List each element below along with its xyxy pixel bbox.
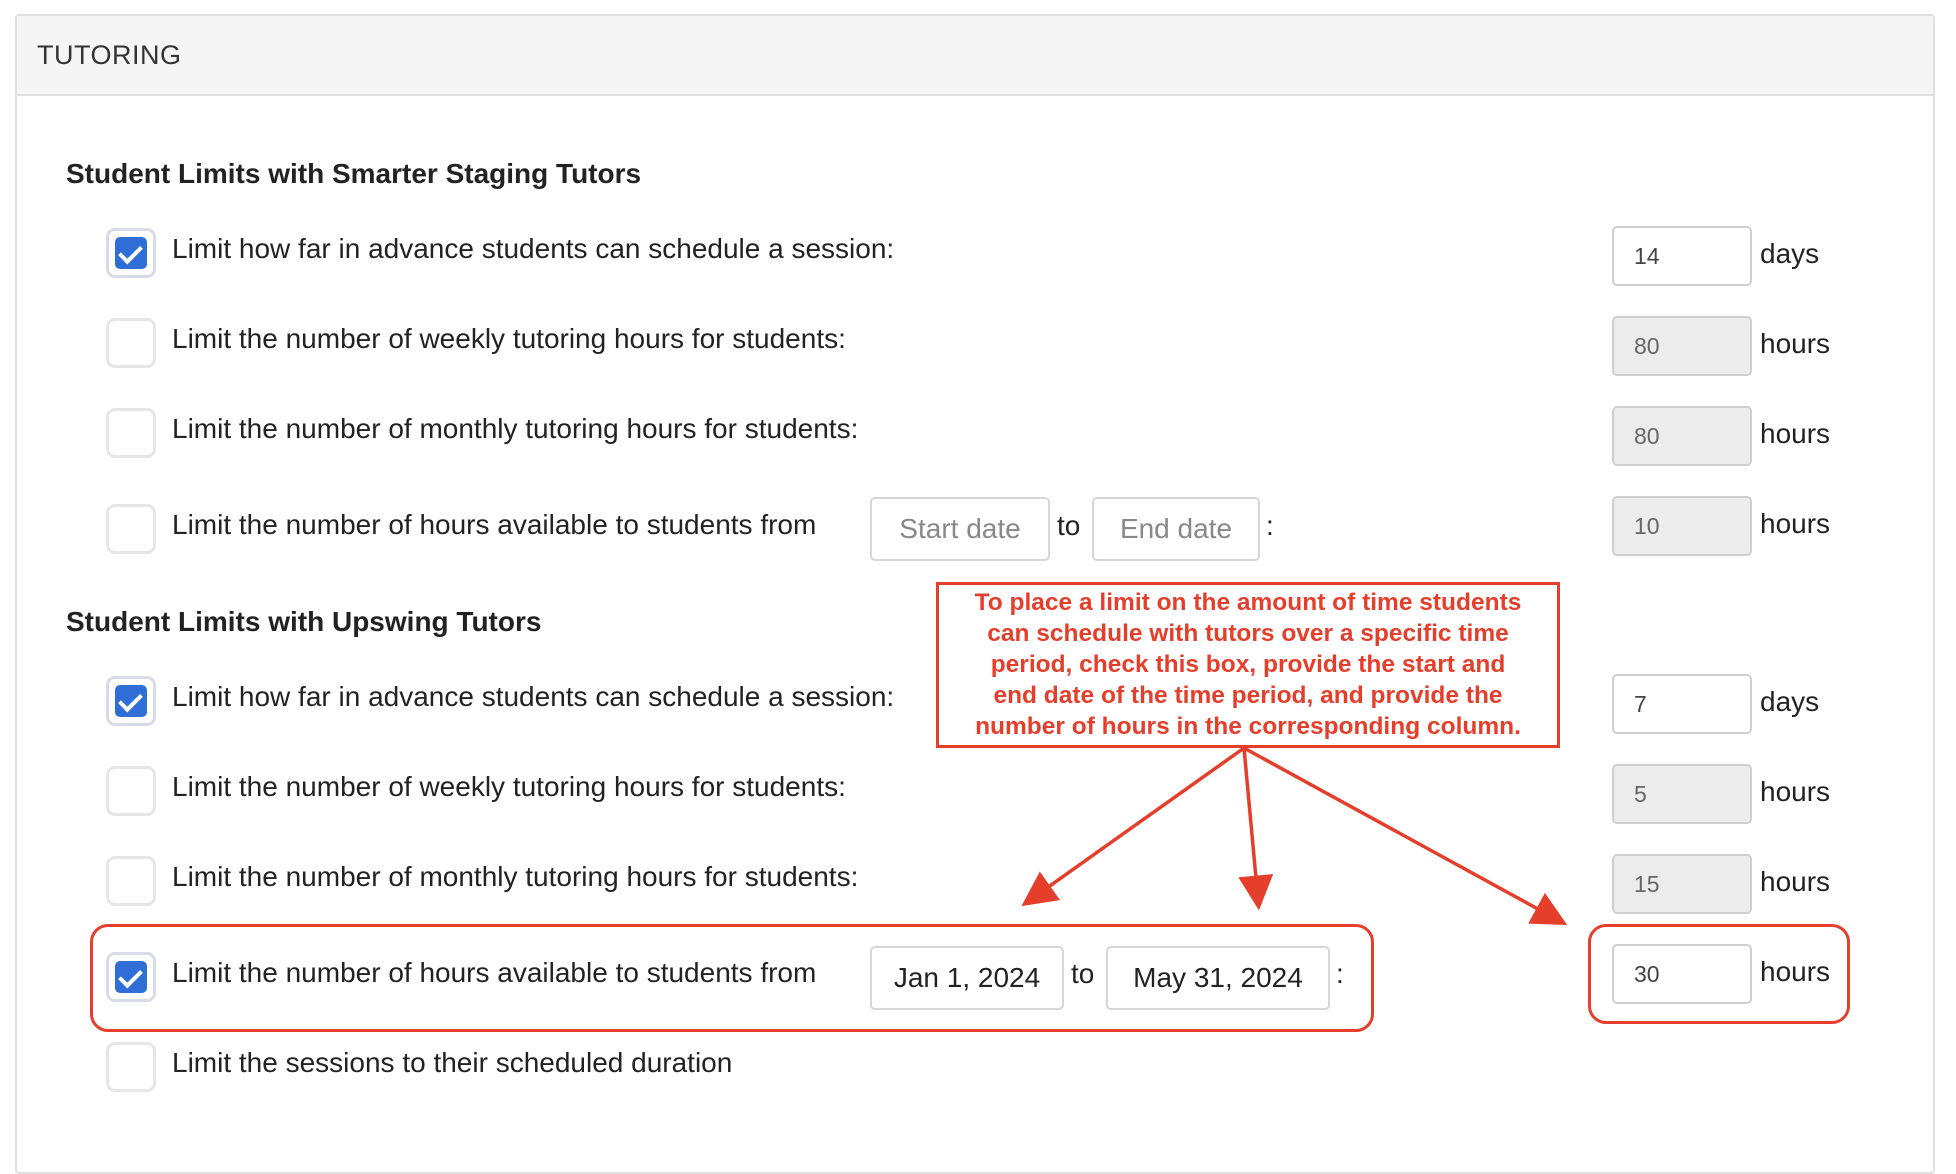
period-hours-input[interactable]: 10 (1612, 496, 1752, 556)
weekly-hours-input[interactable]: 80 (1612, 316, 1752, 376)
unit-label: hours (1760, 328, 1831, 359)
end-date-input[interactable]: End date (1092, 497, 1260, 561)
unit-label: days (1760, 238, 1820, 269)
weekly-hours-label: Limit the number of weekly tutoring hour… (172, 323, 846, 354)
advance-limit-label: Limit how far in advance students can sc… (172, 233, 895, 264)
scheduled-duration-label: Limit the sessions to their scheduled du… (172, 1047, 733, 1078)
to-text: to (1057, 510, 1081, 541)
monthly-hours-checkbox[interactable] (106, 408, 156, 458)
annotation-line: number of hours in the corresponding col… (975, 713, 1521, 740)
period-hours-checkbox[interactable] (106, 504, 156, 554)
annotation-line: end date of the time period, and provide… (993, 682, 1503, 709)
panel-title: TUTORING (17, 16, 1933, 96)
unit-label: hours (1760, 508, 1831, 539)
advance-limit-days-input[interactable]: 7 (1612, 674, 1752, 734)
highlight-date-row (90, 924, 1374, 1032)
advance-limit-checkbox[interactable] (106, 228, 156, 278)
unit-label: hours (1760, 418, 1831, 449)
monthly-hours-checkbox[interactable] (106, 856, 156, 906)
monthly-hours-label: Limit the number of monthly tutoring hou… (172, 861, 859, 892)
advance-limit-days-input[interactable]: 14 (1612, 226, 1752, 286)
advance-limit-checkbox[interactable] (106, 676, 156, 726)
section-title-upswing: Student Limits with Upswing Tutors (66, 606, 542, 637)
annotation-callout: To place a limit on the amount of time s… (936, 582, 1560, 748)
monthly-hours-input[interactable]: 80 (1612, 406, 1752, 466)
scheduled-duration-checkbox[interactable] (106, 1042, 156, 1092)
annotation-line: To place a limit on the amount of time s… (974, 589, 1522, 616)
monthly-hours-input[interactable]: 15 (1612, 854, 1752, 914)
unit-label: hours (1760, 776, 1831, 807)
annotation-line: can schedule with tutors over a specific… (987, 620, 1509, 647)
unit-label: hours (1760, 866, 1831, 897)
weekly-hours-checkbox[interactable] (106, 766, 156, 816)
highlight-hours-input (1588, 924, 1850, 1024)
section-title-smarter-staging: Student Limits with Smarter Staging Tuto… (66, 158, 642, 189)
weekly-hours-label: Limit the number of weekly tutoring hour… (172, 771, 846, 802)
weekly-hours-input[interactable]: 5 (1612, 764, 1752, 824)
monthly-hours-label: Limit the number of monthly tutoring hou… (172, 413, 859, 444)
check-icon (118, 239, 143, 265)
unit-label: days (1760, 686, 1820, 717)
weekly-hours-checkbox[interactable] (106, 318, 156, 368)
check-icon (118, 687, 143, 713)
start-date-input[interactable]: Start date (870, 497, 1050, 561)
colon-text: : (1266, 510, 1274, 541)
period-hours-label: Limit the number of hours available to s… (172, 509, 817, 540)
annotation-line: period, check this box, provide the star… (990, 651, 1506, 678)
advance-limit-label: Limit how far in advance students can sc… (172, 681, 895, 712)
